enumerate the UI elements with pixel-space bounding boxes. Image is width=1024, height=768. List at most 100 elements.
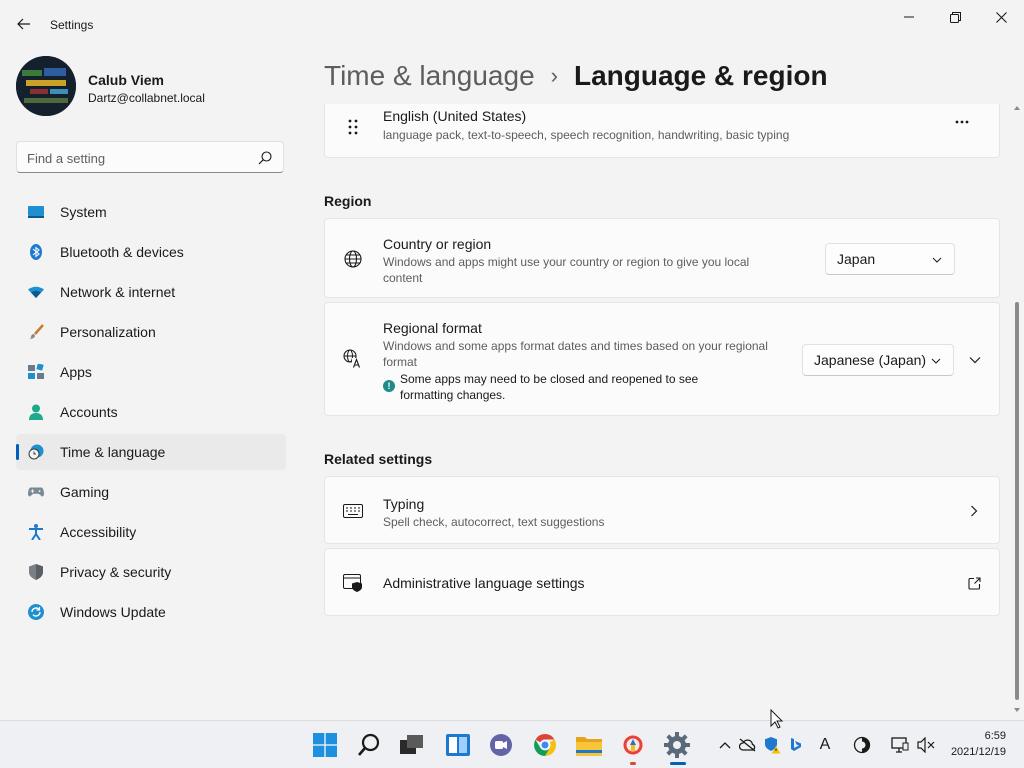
volume-muted-icon	[917, 737, 935, 753]
volume-tray[interactable]	[916, 735, 936, 755]
input-indicator-icon[interactable]: A	[815, 735, 835, 755]
sidebar-item-windows-update[interactable]: Windows Update	[16, 594, 286, 630]
chevron-down-icon	[932, 257, 942, 263]
regional-format-card[interactable]: Regional format Windows and some apps fo…	[324, 302, 1000, 416]
scrollbar[interactable]	[1012, 104, 1022, 718]
expand-regional-format-button[interactable]	[963, 350, 987, 370]
search-input[interactable]	[27, 148, 247, 168]
user-name: Calub Viem	[88, 72, 164, 88]
admin-language-title: Administrative language settings	[383, 575, 585, 591]
user-profile[interactable]: Calub Viem Dartz@collabnet.local	[16, 56, 286, 118]
sidebar-item-label: Privacy & security	[60, 564, 172, 580]
scroll-down-arrow[interactable]	[1014, 708, 1020, 712]
clock-time[interactable]: 6:59	[940, 730, 1006, 742]
chevron-down-icon	[931, 358, 941, 364]
bing-icon	[791, 738, 801, 751]
chat-button[interactable]	[485, 729, 517, 761]
active-indicator	[670, 762, 686, 765]
back-arrow-icon	[17, 18, 30, 30]
minimize-button[interactable]	[886, 4, 932, 30]
wifi-icon	[28, 284, 44, 300]
clock-date[interactable]: 2021/12/19	[940, 746, 1006, 758]
start-button[interactable]	[309, 729, 341, 761]
regional-format-title: Regional format	[383, 320, 482, 336]
focus-tray[interactable]	[852, 735, 872, 755]
mouse-cursor-icon	[770, 709, 784, 729]
settings-gear-icon	[664, 732, 690, 758]
widgets-button[interactable]	[442, 729, 474, 761]
sidebar-item-privacy[interactable]: Privacy & security	[16, 554, 286, 590]
show-hidden-icons-button[interactable]	[715, 735, 735, 755]
onedrive-offline-icon	[739, 738, 756, 752]
regional-format-value: Japanese (Japan)	[814, 352, 927, 368]
related-settings-heading: Related settings	[324, 451, 433, 467]
system-monitor-icon	[28, 204, 44, 220]
regional-format-icon	[343, 349, 363, 369]
paintbrush-icon	[28, 324, 44, 340]
task-view-icon	[400, 735, 423, 754]
teams-chat-icon	[490, 734, 512, 756]
windows-start-icon	[313, 733, 337, 757]
app-icon	[622, 734, 644, 756]
pinned-app-button[interactable]	[617, 729, 649, 761]
breadcrumb: Time & language › Language & region	[324, 58, 828, 94]
sidebar-item-system[interactable]: System	[16, 194, 286, 230]
security-warning-icon	[765, 737, 781, 754]
close-icon	[995, 11, 1007, 23]
language-card[interactable]: English (United States) language pack, t…	[324, 104, 1000, 158]
taskbar-search-button[interactable]	[353, 729, 385, 761]
taskbar: A 6:59 2021/12/19	[0, 720, 1024, 768]
page-title: Language & region	[573, 60, 828, 91]
country-region-title: Country or region	[383, 236, 492, 252]
sidebar-item-label: Time & language	[60, 444, 166, 460]
accessibility-icon	[28, 524, 44, 540]
keyboard-icon	[343, 501, 363, 521]
admin-language-card[interactable]: Administrative language settings	[324, 548, 1000, 616]
sidebar-item-personalization[interactable]: Personalization	[16, 314, 286, 350]
chrome-icon	[534, 734, 556, 756]
shield-icon	[28, 564, 44, 580]
search-icon	[358, 733, 380, 756]
sidebar-item-label: Accounts	[60, 404, 118, 420]
drag-handle-icon[interactable]	[343, 117, 363, 137]
sidebar-item-accounts[interactable]: Accounts	[16, 394, 286, 430]
content-pane: English (United States) language pack, t…	[324, 104, 1000, 720]
open-external-icon	[968, 577, 981, 590]
country-region-select[interactable]: Japan	[825, 243, 955, 275]
sidebar-item-accessibility[interactable]: Accessibility	[16, 514, 286, 550]
sidebar-item-apps[interactable]: Apps	[16, 354, 286, 390]
close-button[interactable]	[978, 4, 1024, 30]
network-tray[interactable]	[890, 735, 910, 755]
sidebar-item-gaming[interactable]: Gaming	[16, 474, 286, 510]
back-button[interactable]	[10, 10, 38, 38]
search-box[interactable]	[16, 141, 284, 173]
task-view-button[interactable]	[396, 729, 428, 761]
security-tray[interactable]	[762, 735, 782, 755]
sidebar-item-network[interactable]: Network & internet	[16, 274, 286, 310]
maximize-button[interactable]	[932, 4, 978, 30]
language-features: language pack, text-to-speech, speech re…	[383, 128, 790, 142]
file-explorer-button[interactable]	[573, 729, 605, 761]
sidebar-item-label: Apps	[60, 364, 92, 380]
bing-tray[interactable]	[786, 735, 806, 755]
sidebar-item-label: Accessibility	[60, 524, 137, 540]
regional-format-select[interactable]: Japanese (Japan)	[802, 344, 954, 376]
onedrive-tray[interactable]	[738, 735, 758, 755]
sidebar-item-time-language[interactable]: Time & language	[16, 434, 286, 470]
language-more-button[interactable]	[947, 107, 977, 137]
sidebar-item-label: Windows Update	[60, 604, 166, 620]
focus-icon	[853, 736, 871, 754]
settings-taskbar-button[interactable]	[661, 729, 693, 761]
search-icon[interactable]	[257, 150, 273, 166]
breadcrumb-parent[interactable]: Time & language	[324, 60, 535, 92]
more-options-icon	[955, 120, 969, 124]
sidebar-item-bluetooth[interactable]: Bluetooth & devices	[16, 234, 286, 270]
admin-language-icon	[343, 573, 363, 593]
scroll-up-arrow[interactable]	[1014, 106, 1020, 110]
regional-format-info: Some apps may need to be closed and reop…	[400, 372, 699, 402]
scrollbar-thumb[interactable]	[1015, 302, 1019, 700]
chrome-taskbar-button[interactable]	[529, 729, 561, 761]
typing-card[interactable]: Typing Spell check, autocorrect, text su…	[324, 476, 1000, 544]
user-email: Dartz@collabnet.local	[88, 91, 205, 105]
avatar[interactable]	[16, 56, 76, 116]
